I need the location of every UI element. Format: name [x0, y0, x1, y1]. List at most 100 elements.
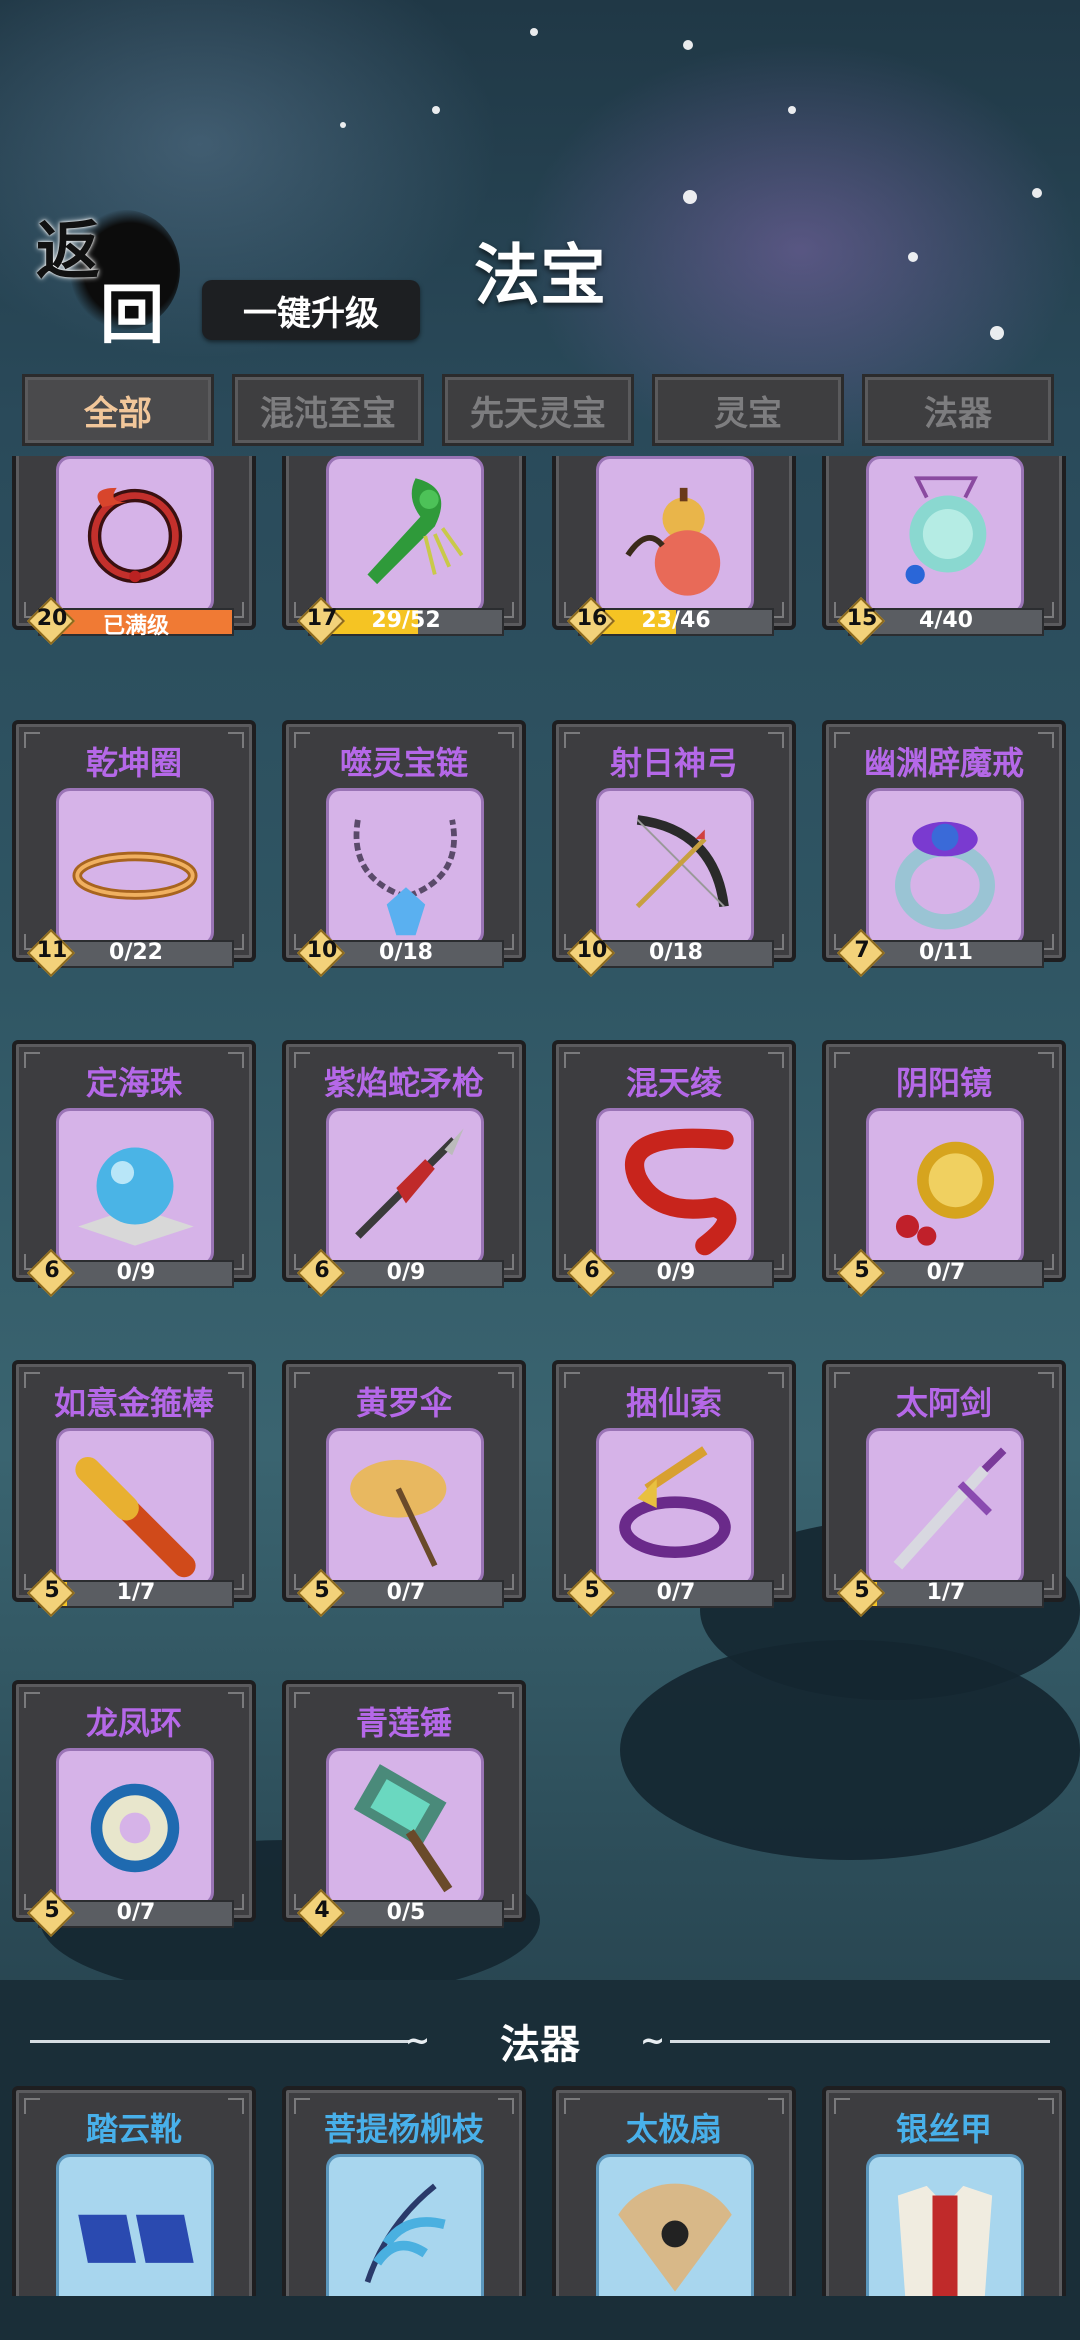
- level-number: 5: [44, 1898, 60, 1923]
- star: [990, 326, 1004, 340]
- treasure-name: 幽渊辟魔戒: [863, 744, 1024, 782]
- golden-hoop-icon: [56, 788, 214, 946]
- treasure-card[interactable]: 青莲锤 0/5 4: [282, 1680, 526, 1938]
- treasure-name: 混天绫: [625, 1064, 722, 1102]
- tab-chaos-treasure[interactable]: 混沌至宝: [232, 374, 424, 446]
- treasure-card[interactable]: 4/40 15: [822, 456, 1066, 646]
- gem-ring-icon: [866, 788, 1024, 946]
- level-number: 5: [314, 1578, 330, 1603]
- treasure-name: 青莲锤: [355, 1704, 452, 1742]
- jade-ruyi-icon: [326, 456, 484, 614]
- treasure-card[interactable]: 太阿剑 1/7 5: [822, 1360, 1066, 1618]
- treasure-card[interactable]: 阴阳镜 0/7 5: [822, 1040, 1066, 1298]
- level-number: 4: [314, 1898, 330, 1923]
- spear-icon: [326, 1108, 484, 1266]
- tab-innate-treasure[interactable]: 先天灵宝: [442, 374, 634, 446]
- treasure-card[interactable]: 捆仙索 0/7 5: [552, 1360, 796, 1618]
- treasure-card[interactable]: 紫焰蛇矛枪 0/9 6: [282, 1040, 526, 1298]
- treasure-card[interactable]: 已满级 20: [12, 456, 256, 646]
- treasure-name: 紫焰蛇矛枪: [323, 1064, 484, 1102]
- treasure-name: 阴阳镜: [895, 1064, 992, 1102]
- star: [683, 190, 697, 204]
- gourd-icon: [596, 456, 754, 614]
- level-number: 5: [854, 1578, 870, 1603]
- willow-branch-icon: [326, 2154, 484, 2296]
- mirror-icon: [866, 1108, 1024, 1266]
- level-number: 7: [854, 938, 870, 963]
- treasure-name: 射日神弓: [609, 744, 738, 782]
- tab-spirit-treasure[interactable]: 灵宝: [652, 374, 844, 446]
- treasure-name: 太阿剑: [895, 1384, 992, 1422]
- star: [340, 122, 346, 128]
- star: [683, 40, 693, 50]
- treasure-name: 噬灵宝链: [339, 744, 468, 782]
- treasure-card[interactable]: 如意金箍棒 1/7 5: [12, 1360, 256, 1618]
- treasure-card[interactable]: 幽渊辟魔戒 0/11 7: [822, 720, 1066, 978]
- golden-staff-icon: [56, 1428, 214, 1586]
- artifact-name: 太极扇: [625, 2110, 722, 2148]
- treasure-card[interactable]: 射日神弓 0/18 10: [552, 720, 796, 978]
- fan-icon: [596, 2154, 754, 2296]
- page-title: 法宝: [474, 236, 606, 314]
- treasure-card[interactable]: 黄罗伞 0/7 5: [282, 1360, 526, 1618]
- tab-all[interactable]: 全部: [22, 374, 214, 446]
- back-label-bottom: 回: [100, 278, 164, 353]
- treasure-name: 龙凤环: [85, 1704, 182, 1742]
- level-number: 11: [36, 938, 68, 963]
- artifact-name: 菩提杨柳枝: [323, 2110, 484, 2148]
- treasure-name: 定海珠: [85, 1064, 182, 1102]
- artifact-name: 踏云靴: [85, 2110, 182, 2148]
- red-ring-icon: [56, 456, 214, 614]
- upgrade-all-button[interactable]: 一键升级: [202, 280, 420, 340]
- dragon-ring-icon: [56, 1748, 214, 1906]
- star: [432, 106, 440, 114]
- artifact-name: 银丝甲: [895, 2110, 992, 2148]
- treasure-card[interactable]: 29/52 17: [282, 456, 526, 646]
- level-number: 10: [306, 938, 338, 963]
- section-title: 法器: [500, 2021, 580, 2068]
- treasure-card[interactable]: 龙凤环 0/7 5: [12, 1680, 256, 1938]
- level-number: 6: [44, 1258, 60, 1283]
- level-number: 5: [44, 1578, 60, 1603]
- star: [530, 28, 538, 36]
- level-number: 5: [854, 1258, 870, 1283]
- treasure-card[interactable]: 定海珠 0/9 6: [12, 1040, 256, 1298]
- umbrella-icon: [326, 1428, 484, 1586]
- star: [1032, 188, 1042, 198]
- level-number: 17: [306, 606, 338, 631]
- treasure-card[interactable]: 乾坤圈 0/22 11: [12, 720, 256, 978]
- level-number: 20: [36, 606, 68, 631]
- boots-icon: [56, 2154, 214, 2296]
- treasure-name: 乾坤圈: [85, 744, 182, 782]
- treasure-name: 黄罗伞: [355, 1384, 452, 1422]
- level-number: 10: [576, 938, 608, 963]
- artifact-card[interactable]: 踏云靴: [12, 2086, 256, 2296]
- level-number: 6: [584, 1258, 600, 1283]
- section-divider: ~ 法器 ~: [0, 2012, 1080, 2072]
- crystal-necklace-icon: [326, 788, 484, 946]
- level-number: 6: [314, 1258, 330, 1283]
- tab-artifact[interactable]: 法器: [862, 374, 1054, 446]
- star: [908, 252, 918, 262]
- hammer-icon: [326, 1748, 484, 1906]
- sword-icon: [866, 1428, 1024, 1586]
- level-number: 16: [576, 606, 608, 631]
- armor-icon: [866, 2154, 1024, 2296]
- treasure-card[interactable]: 混天绫 0/9 6: [552, 1040, 796, 1298]
- jade-pendant-icon: [866, 456, 1024, 614]
- treasure-list[interactable]: 已满级 20 29/52 17 23/46 16 4/40 15 乾坤圈 0/2…: [0, 456, 1080, 2296]
- back-button[interactable]: 返 回: [30, 200, 180, 353]
- artifact-card[interactable]: 太极扇: [552, 2086, 796, 2296]
- artifact-card[interactable]: 银丝甲: [822, 2086, 1066, 2296]
- bow-icon: [596, 788, 754, 946]
- level-number: 15: [846, 606, 878, 631]
- back-label-top: 返: [36, 214, 100, 289]
- rope-icon: [596, 1428, 754, 1586]
- red-ribbon-icon: [596, 1108, 754, 1266]
- category-tabs: 全部 混沌至宝 先天灵宝 灵宝 法器: [22, 374, 1062, 446]
- level-number: 5: [584, 1578, 600, 1603]
- treasure-card[interactable]: 23/46 16: [552, 456, 796, 646]
- star: [788, 106, 796, 114]
- artifact-card[interactable]: 菩提杨柳枝: [282, 2086, 526, 2296]
- treasure-card[interactable]: 噬灵宝链 0/18 10: [282, 720, 526, 978]
